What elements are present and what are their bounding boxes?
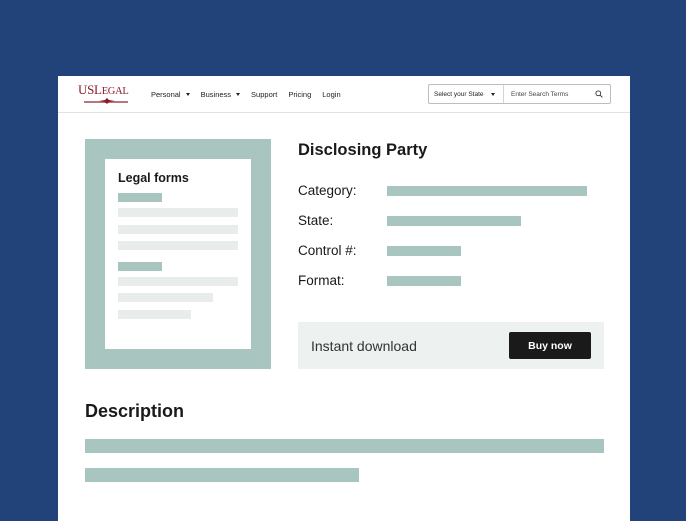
state-value <box>387 216 521 226</box>
preview-line <box>118 310 191 319</box>
form-preview[interactable]: Legal forms <box>85 139 271 369</box>
category-label: Category: <box>298 183 357 198</box>
description-line <box>85 468 359 482</box>
chevron-down-icon <box>490 92 495 96</box>
preview-line <box>118 241 238 250</box>
preview-line <box>118 193 162 202</box>
document-title: Disclosing Party <box>298 141 428 159</box>
description-heading: Description <box>85 401 185 421</box>
nav-business[interactable]: Business <box>201 90 241 99</box>
preview-title: Legal forms <box>118 171 189 185</box>
nav-support[interactable]: Support <box>251 90 277 99</box>
logo-wordmark: USLEGAL <box>78 82 129 97</box>
instant-download-text: Instant download <box>311 338 417 354</box>
nav-personal[interactable]: Personal <box>151 90 190 99</box>
state-select[interactable]: Select your State <box>429 85 504 103</box>
nav-login[interactable]: Login <box>322 90 340 99</box>
preview-document: Legal forms <box>105 159 251 349</box>
page-window: USLEGAL Personal Business Support Pricin… <box>58 76 630 521</box>
preview-line <box>118 225 238 234</box>
uslegal-logo[interactable]: USLEGAL <box>78 83 134 105</box>
control-number-value <box>387 246 461 256</box>
preview-line <box>118 262 162 271</box>
search-icon[interactable] <box>588 85 610 103</box>
eagle-emblem-icon <box>99 98 115 104</box>
chevron-down-icon <box>185 93 190 96</box>
preview-line <box>118 277 238 286</box>
preview-line <box>118 208 238 217</box>
buy-now-button[interactable]: Buy now <box>509 332 591 359</box>
control-number-label: Control #: <box>298 243 357 258</box>
description-line <box>85 439 604 453</box>
site-header: USLEGAL Personal Business Support Pricin… <box>58 76 630 113</box>
preview-line <box>118 293 213 302</box>
nav-pricing[interactable]: Pricing <box>288 90 311 99</box>
format-value <box>387 276 461 286</box>
chevron-down-icon <box>236 93 241 96</box>
category-value <box>387 186 587 196</box>
state-label: State: <box>298 213 334 228</box>
format-label: Format: <box>298 273 345 288</box>
main-nav: Personal Business Support Pricing Login <box>151 76 352 113</box>
download-panel: Instant download Buy now <box>298 322 604 369</box>
search-input[interactable] <box>504 85 588 103</box>
search-bar: Select your State <box>428 84 611 104</box>
